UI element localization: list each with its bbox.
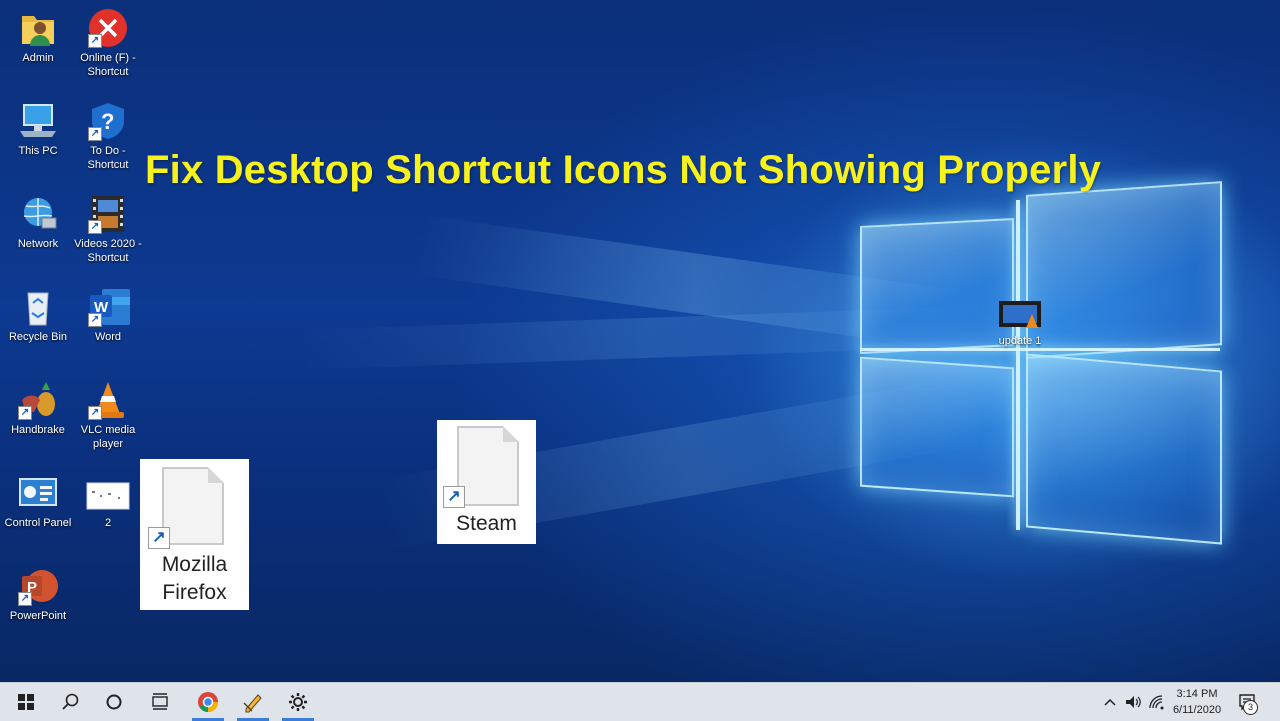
cortana-button[interactable]	[92, 683, 136, 721]
task-view-icon	[152, 693, 168, 710]
shortcut-arrow-icon: ↗	[88, 313, 102, 327]
taskbar-clock[interactable]: 3:14 PM 6/11/2020	[1166, 686, 1228, 718]
app-taskbar-button[interactable]	[231, 683, 275, 721]
task-view-button[interactable]	[138, 683, 182, 721]
volume-button[interactable]	[1122, 683, 1144, 721]
speaker-icon	[1126, 696, 1141, 708]
desktop-icon-admin[interactable]: Admin	[4, 8, 72, 65]
clock-date: 6/11/2020	[1172, 704, 1222, 716]
desktop-icon-handbrake[interactable]: ↗ Handbrake	[4, 380, 72, 437]
desktop-icon-recycle-bin[interactable]: Recycle Bin	[4, 287, 72, 344]
desktop-background[interactable]: Fix Desktop Shortcut Icons Not Showing P…	[0, 0, 1280, 682]
search-icon	[62, 693, 79, 710]
desktop-icon-steam[interactable]: ↗ Steam	[437, 420, 536, 544]
chevron-up-icon	[1104, 698, 1116, 706]
wifi-icon	[1149, 695, 1164, 710]
blank-file-icon	[457, 426, 519, 506]
steam-label: Steam	[456, 512, 517, 535]
shortcut-arrow-icon: ↗	[88, 34, 102, 48]
desktop-icon-online-f[interactable]: ↗ Online (F) - Shortcut	[74, 8, 142, 79]
settings-taskbar-button[interactable]	[276, 683, 320, 721]
desktop-icon-this-pc[interactable]: This PC	[4, 101, 72, 158]
film-strip-icon: ↗	[88, 194, 128, 234]
headline: Fix Desktop Shortcut Icons Not Showing P…	[145, 148, 1102, 192]
gear-icon	[289, 693, 307, 711]
network-status-button[interactable]	[1146, 683, 1168, 721]
shortcut-arrow-icon: ↗	[443, 486, 465, 508]
network-globe-icon	[18, 194, 58, 234]
firefox-label-line2: Firefox	[162, 581, 227, 604]
desktop-icon-control-panel[interactable]: Control Panel	[4, 473, 72, 530]
shortcut-arrow-icon: ↗	[88, 220, 102, 234]
video-file-vlc-icon	[998, 300, 1042, 330]
powerpoint-icon: P ↗	[18, 566, 58, 606]
desktop-icon-update[interactable]: update 1	[986, 300, 1054, 348]
firefox-label-line1: Mozilla	[161, 553, 228, 576]
windows-start-icon	[18, 694, 34, 710]
desktop-icon-todo[interactable]: ? ↗ To Do - Shortcut	[74, 101, 142, 172]
vlc-cone-icon: ↗	[88, 380, 128, 420]
shortcut-arrow-icon: ↗	[88, 127, 102, 141]
desktop-icon-2[interactable]: 2	[74, 473, 142, 530]
word-icon: W ↗	[88, 287, 130, 327]
start-button[interactable]	[4, 683, 48, 721]
recycle-bin-icon	[18, 287, 58, 327]
desktop-icon-mozilla-firefox[interactable]: ↗ Mozilla Firefox	[140, 459, 249, 610]
svg-text:?: ?	[101, 109, 114, 134]
shortcut-arrow-icon: ↗	[18, 406, 32, 420]
desktop-icon-word[interactable]: W ↗ Word	[74, 287, 142, 344]
search-button[interactable]	[48, 683, 92, 721]
pencil-tool-icon	[243, 694, 262, 713]
notification-count-badge: 3	[1243, 700, 1258, 715]
cortana-circle-icon	[106, 694, 122, 710]
computer-icon	[18, 101, 58, 141]
desktop-icon-vlc[interactable]: ↗ VLC media player	[74, 380, 142, 451]
error-x-icon: ↗	[88, 8, 128, 48]
shortcut-arrow-icon: ↗	[88, 406, 102, 420]
shortcut-arrow-icon: ↗	[148, 527, 170, 549]
desktop-icon-powerpoint[interactable]: P ↗ PowerPoint	[4, 566, 72, 623]
clock-time: 3:14 PM	[1176, 688, 1218, 700]
shortcut-arrow-icon: ↗	[18, 592, 32, 606]
desktop-icon-network[interactable]: Network	[4, 194, 72, 251]
handbrake-pineapple-icon: ↗	[18, 380, 58, 420]
chrome-icon	[198, 692, 218, 712]
desktop-icon-videos[interactable]: ↗ Videos 2020 - Shortcut	[74, 194, 142, 265]
user-folder-icon	[18, 8, 58, 48]
action-center-button[interactable]: 3	[1234, 683, 1260, 721]
control-panel-icon	[18, 473, 58, 513]
shield-question-icon: ? ↗	[88, 101, 128, 141]
chrome-taskbar-button[interactable]	[186, 683, 230, 721]
image-thumbnail-icon	[86, 473, 130, 513]
blank-file-icon	[162, 467, 224, 545]
taskbar: 3:14 PM 6/11/2020 3	[0, 682, 1280, 721]
show-hidden-icons-button[interactable]	[1100, 683, 1120, 721]
